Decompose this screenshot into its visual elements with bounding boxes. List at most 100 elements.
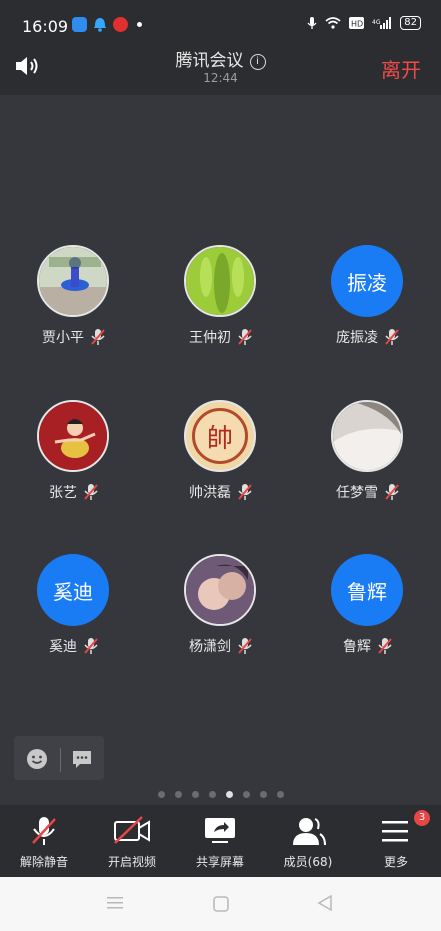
avatar: [37, 400, 109, 472]
participant-name: 贾小平: [42, 330, 84, 346]
avatar: 奚迪: [37, 554, 109, 626]
mic-muted-icon: [32, 817, 56, 845]
muted-mic-icon: [385, 329, 399, 345]
unmute-label: 解除静音: [19, 855, 68, 869]
participant-tile[interactable]: 王仲初: [161, 245, 281, 365]
start-video-label: 开启视频: [107, 855, 156, 869]
participant-name-row: 任梦雪: [308, 482, 428, 502]
divider: [60, 748, 61, 772]
menu-icon: [382, 821, 408, 842]
muted-mic-icon: [91, 329, 105, 345]
members-label: 成员(68): [283, 855, 333, 869]
emoji-icon[interactable]: [26, 748, 48, 770]
participant-name: 鲁辉: [343, 639, 371, 655]
avatar: 鲁辉: [331, 554, 403, 626]
status-bar: 16:09 HD 4G 82: [0, 0, 441, 42]
app-badge-icon: [113, 17, 128, 32]
participant-tile[interactable]: 振凌 庞振凌: [308, 245, 428, 365]
leave-button[interactable]: 离开: [381, 54, 421, 83]
recents-icon[interactable]: [106, 895, 124, 911]
home-icon[interactable]: [212, 895, 230, 913]
page-dot[interactable]: [259, 791, 267, 798]
share-screen-label: 共享屏幕: [195, 855, 244, 869]
muted-mic-icon: [385, 484, 399, 500]
wifi-icon: [325, 17, 341, 29]
avatar: 振凌: [331, 245, 403, 317]
share-screen-button[interactable]: 共享屏幕: [176, 809, 264, 877]
status-time: 16:09: [22, 17, 69, 36]
page-dot[interactable]: [276, 791, 284, 798]
unmute-button[interactable]: 解除静音: [0, 809, 88, 877]
participant-name-row: 帅洪磊: [161, 482, 281, 502]
page-dot[interactable]: [225, 791, 233, 798]
app-notification-icon: [72, 17, 87, 32]
participant-tile[interactable]: 任梦雪: [308, 400, 428, 520]
participant-grid: 贾小平 王仲初 振凌 庞振凌 张艺 帥 帅洪磊 任梦雪 奚迪 奚迪 杨潇剑 鲁辉…: [0, 95, 441, 805]
muted-mic-icon: [378, 638, 392, 654]
participant-tile[interactable]: 杨潇剑: [161, 554, 281, 674]
participant-name-row: 贾小平: [14, 327, 134, 347]
meeting-header: 腾讯会议 i 12:44 离开: [0, 42, 441, 94]
back-icon[interactable]: [316, 894, 334, 912]
participant-tile[interactable]: 鲁辉 鲁辉: [308, 554, 428, 674]
participant-name-row: 张艺: [14, 482, 134, 502]
bell-icon: [94, 18, 106, 32]
status-right: HD 4G 82: [307, 16, 421, 30]
page-dot[interactable]: [174, 791, 182, 798]
participant-tile[interactable]: 帥 帅洪磊: [161, 400, 281, 520]
participant-name-row: 鲁辉: [308, 636, 428, 656]
participant-tile[interactable]: 贾小平: [14, 245, 134, 365]
meeting-title[interactable]: 腾讯会议 i: [0, 46, 441, 71]
info-icon[interactable]: i: [249, 54, 266, 70]
avatar: 帥: [184, 400, 256, 472]
video-off-icon: [114, 816, 150, 844]
participant-name: 杨潇剑: [189, 639, 231, 655]
participant-name: 奚迪: [49, 639, 77, 655]
muted-mic-icon: [84, 638, 98, 654]
muted-mic-icon: [238, 638, 252, 654]
battery-indicator: 82: [400, 16, 421, 30]
participant-name: 帅洪磊: [189, 485, 231, 501]
avatar: [37, 245, 109, 317]
avatar: [184, 245, 256, 317]
avatar: [331, 400, 403, 472]
participant-name: 张艺: [49, 485, 77, 501]
participant-name: 任梦雪: [336, 485, 378, 501]
page-dot[interactable]: [208, 791, 216, 798]
svg-text:4G: 4G: [372, 19, 381, 26]
more-button[interactable]: 3 更多: [352, 809, 440, 877]
chat-icon[interactable]: [72, 749, 92, 769]
participant-name-row: 庞振凌: [308, 327, 428, 347]
page-dot[interactable]: [157, 791, 165, 798]
page-dot[interactable]: [191, 791, 199, 798]
participant-name: 王仲初: [189, 330, 231, 346]
system-nav-bar: [0, 877, 441, 931]
participant-name-row: 杨潇剑: [161, 636, 281, 656]
page-indicator: [0, 791, 441, 798]
more-label: 更多: [383, 855, 408, 869]
svg-text:HD: HD: [351, 20, 363, 29]
muted-mic-icon: [238, 484, 252, 500]
share-screen-icon: [205, 818, 235, 843]
participant-name: 庞振凌: [336, 330, 378, 346]
more-notifications-dot: [137, 22, 142, 27]
participant-tile[interactable]: 张艺: [14, 400, 134, 520]
meeting-duration: 12:44: [203, 71, 238, 85]
notification-badge: 3: [414, 810, 430, 826]
participant-name-row: 王仲初: [161, 327, 281, 347]
page-dot[interactable]: [242, 791, 250, 798]
participant-tile[interactable]: 奚迪 奚迪: [14, 554, 134, 674]
start-video-button[interactable]: 开启视频: [88, 809, 176, 877]
signal-icon: 4G: [372, 17, 392, 29]
members-icon: [293, 818, 326, 846]
status-app-icons: [72, 17, 142, 32]
bottom-toolbar: 解除静音 开启视频 共享屏幕 成员(68) 3 更多: [0, 809, 441, 877]
avatar: [184, 554, 256, 626]
mic-status-icon: [307, 17, 317, 29]
reaction-chat-box: [14, 736, 104, 780]
meeting-title-text: 腾讯会议: [175, 51, 244, 71]
participant-name-row: 奚迪: [14, 636, 134, 656]
members-button[interactable]: 成员(68): [264, 809, 352, 877]
chess-piece-text: 帥: [192, 408, 248, 464]
hd-icon: HD: [349, 17, 365, 29]
